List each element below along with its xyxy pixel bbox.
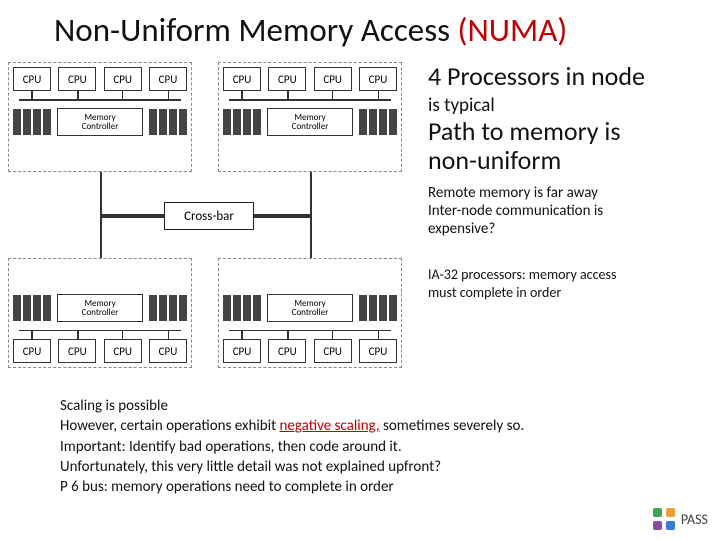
logo-icon [653, 508, 675, 530]
cpu-box: CPU [13, 67, 51, 91]
interconnect-link [100, 172, 102, 216]
negative-scaling-text: negative scaling, [280, 417, 380, 435]
note-processors: 4 Processors in node [428, 60, 714, 92]
cpu-box: CPU [359, 67, 397, 91]
cpu-box: CPU [104, 339, 142, 363]
memory-controller: MemoryController [267, 294, 353, 322]
cpu-box: CPU [104, 67, 142, 91]
memory-controller: MemoryController [267, 108, 353, 136]
cpu-box: CPU [223, 67, 261, 91]
interconnect-link [310, 172, 312, 216]
note-remote: Remote memory is far away Inter-node com… [428, 184, 714, 238]
cpu-box: CPU [58, 339, 96, 363]
numa-node: MemoryController CPU CPU CPU CPU [8, 258, 192, 368]
dimm-icon [13, 295, 51, 321]
cpu-box: CPU [268, 339, 306, 363]
bottom-line: Important: Identify bad operations, then… [60, 437, 660, 457]
dimm-icon [149, 109, 187, 135]
cpu-box: CPU [359, 339, 397, 363]
cpu-box: CPU [149, 67, 187, 91]
title-suffix: (NUMA) [458, 10, 568, 50]
bottom-line: Unfortunately, this very little detail w… [60, 457, 660, 477]
note-typical: is typical [428, 94, 714, 117]
memory-controller: MemoryController [57, 108, 143, 136]
cpu-box: CPU [149, 339, 187, 363]
dimm-icon [149, 295, 187, 321]
bottom-line: Scaling is possible [60, 396, 660, 416]
dimm-icon [223, 109, 261, 135]
interconnect-link [100, 216, 102, 258]
pass-logo: PASS [653, 508, 708, 530]
cpu-box: CPU [223, 339, 261, 363]
interconnect-link [252, 216, 312, 218]
numa-node: CPU CPU CPU CPU MemoryController [218, 62, 402, 172]
bottom-notes: Scaling is possible However, certain ope… [60, 396, 660, 497]
slide-title: Non-Uniform Memory Access (NUMA) [54, 10, 567, 50]
dimm-icon [13, 109, 51, 135]
title-main: Non-Uniform Memory Access [54, 10, 458, 50]
interconnect-link [310, 216, 312, 258]
memory-controller: MemoryController [57, 294, 143, 322]
logo-text: PASS [681, 511, 708, 528]
interconnect-link [100, 216, 166, 218]
numa-node: MemoryController CPU CPU CPU CPU [218, 258, 402, 368]
bottom-line: However, certain operations exhibit nega… [60, 416, 660, 436]
side-notes: 4 Processors in node is typical Path to … [428, 60, 714, 301]
bottom-line: P 6 bus: memory operations need to compl… [60, 477, 660, 497]
dimm-icon [359, 295, 397, 321]
numa-diagram: CPU CPU CPU CPU MemoryController CPU CPU… [8, 62, 416, 382]
cpu-box: CPU [13, 339, 51, 363]
dimm-icon [359, 109, 397, 135]
cpu-box: CPU [314, 339, 352, 363]
cpu-box: CPU [268, 67, 306, 91]
dimm-icon [223, 295, 261, 321]
crossbar-box: Cross-bar [164, 202, 254, 230]
note-ia32: IA-32 processors: memory access must com… [428, 266, 714, 301]
numa-node: CPU CPU CPU CPU MemoryController [8, 62, 192, 172]
cpu-box: CPU [314, 67, 352, 91]
note-path: Path to memory isnon-uniform [428, 117, 714, 174]
cpu-box: CPU [58, 67, 96, 91]
